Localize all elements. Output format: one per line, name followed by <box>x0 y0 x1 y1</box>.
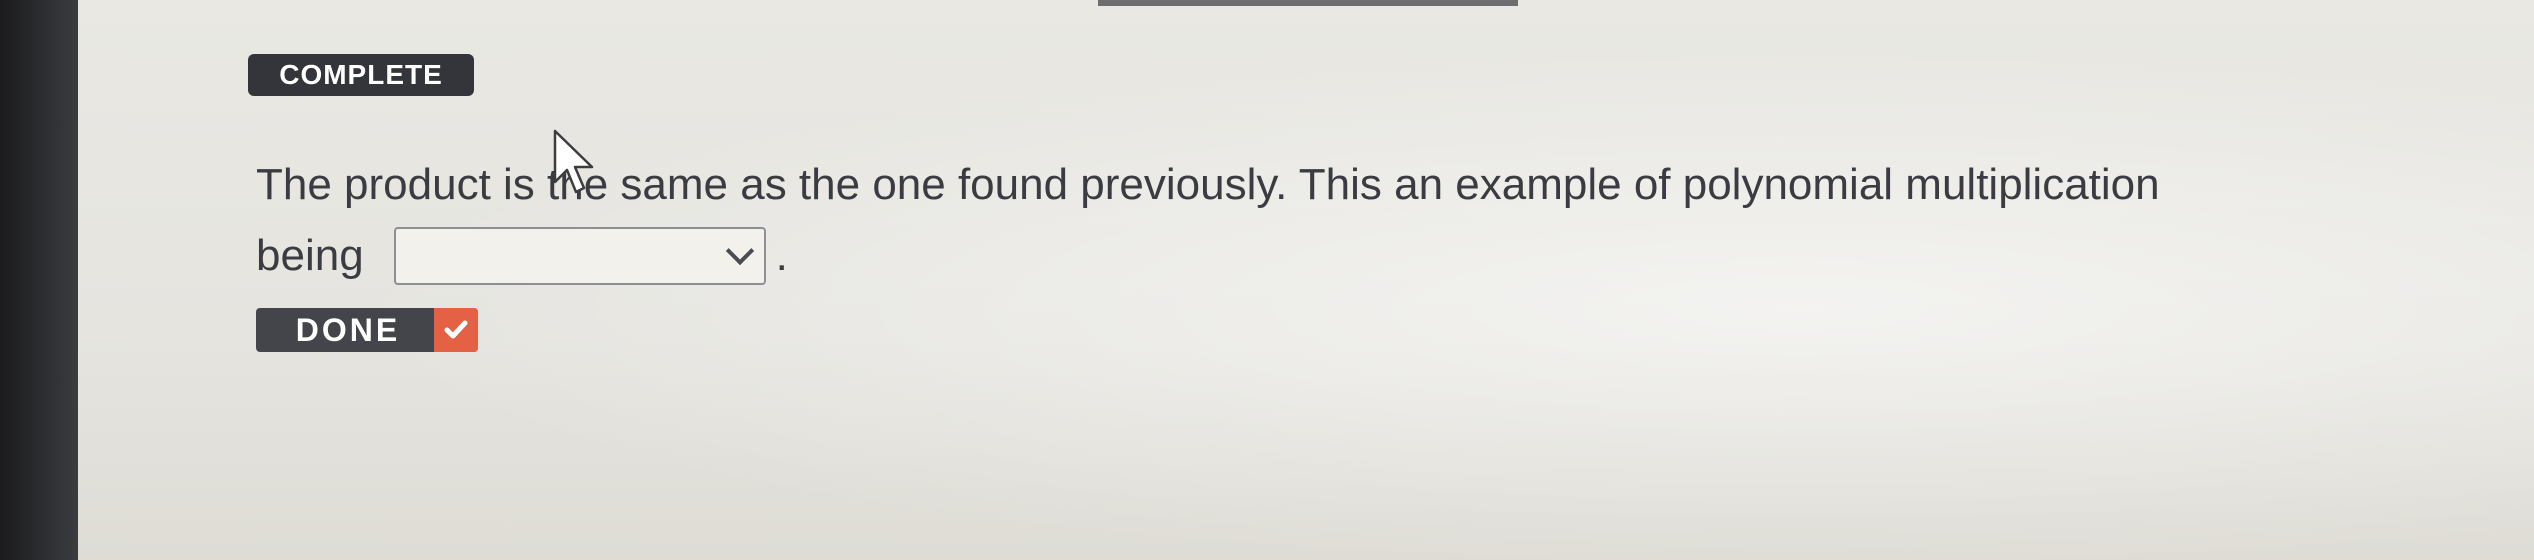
answer-dropdown[interactable] <box>393 227 766 285</box>
done-button[interactable]: DONE <box>256 308 478 352</box>
chevron-down-icon <box>725 236 754 266</box>
screen-content: COMPLETE The product is the same as the … <box>78 0 2534 560</box>
mouse-pointer-icon <box>553 129 594 194</box>
status-badge-complete: COMPLETE <box>248 54 474 96</box>
done-button-label: DONE <box>295 311 401 348</box>
checkmark-icon <box>434 308 478 352</box>
top-edge-bar <box>1098 0 1518 6</box>
question-text-being: being <box>256 231 364 280</box>
question-text-line2: being . <box>256 226 788 286</box>
sentence-period: . <box>775 231 788 280</box>
monitor-bezel <box>0 0 78 560</box>
